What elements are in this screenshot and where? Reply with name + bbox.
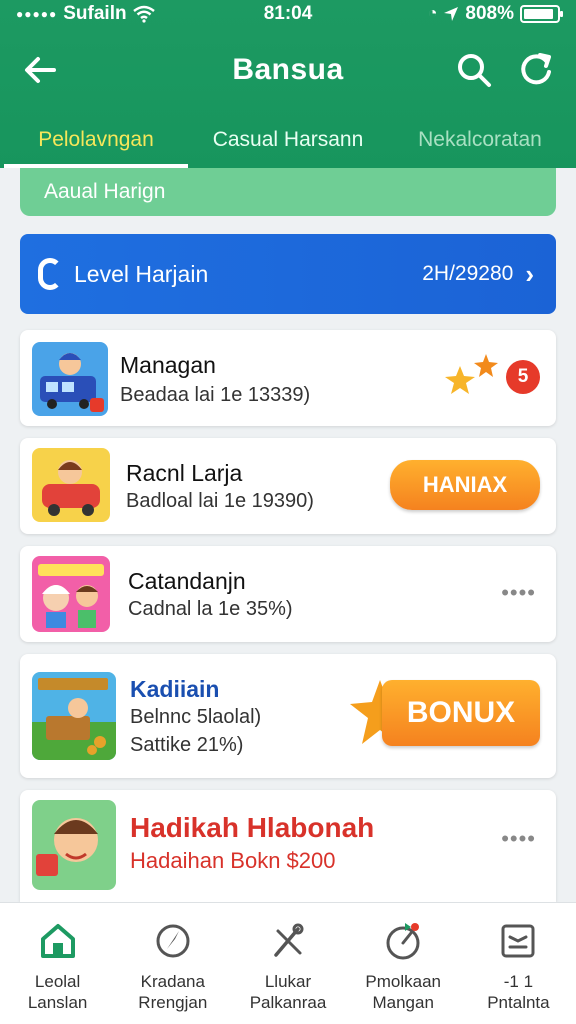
wifi-icon (132, 5, 155, 23)
level-icon (38, 258, 62, 290)
more-options-icon[interactable]: •••• (501, 826, 536, 852)
item-subtitle: Belnnc 5laolal) (130, 706, 262, 728)
sub-banner-label: Aaual Harign (44, 180, 166, 203)
item-title: Hadikah Hlabonah (130, 812, 375, 843)
item-subtitle: Cadnal la 1e 35%) (128, 598, 293, 620)
more-options-icon[interactable]: •••• (501, 580, 536, 606)
tab-bar: Pelolavngan Casual Harsann Nekalcoratan (0, 112, 576, 168)
nav-explore[interactable]: Kradana Rrengjan (115, 903, 230, 1024)
nav-tools[interactable]: Llukar Palkanraa (230, 903, 345, 1024)
nav-messages[interactable]: -1 1 Pntalnta (461, 903, 576, 1024)
list-item[interactable]: Racnl Larja Badloal lai 1e 19390) HANIAX (20, 438, 556, 534)
stars-icon (445, 354, 498, 394)
item-title: Managan (120, 352, 216, 378)
sub-banner[interactable]: Aaual Harign (20, 168, 556, 216)
nav-progress[interactable]: Pmolkaan Mangan (346, 903, 461, 1024)
search-icon[interactable] (454, 50, 494, 90)
claim-button[interactable]: HANIAX (390, 460, 540, 510)
bus-game-thumbnail (32, 342, 108, 416)
notification-badge: 5 (506, 360, 540, 394)
status-bar: ●●●●● Sufailn 81:04 ◔ 808% (0, 0, 576, 28)
bottom-navigation: Leolal Lanslan Kradana Rrengjan Llukar P… (0, 902, 576, 1024)
gauge-icon (386, 923, 420, 960)
kids-game-thumbnail (32, 556, 110, 632)
nav-label: Leolal Lanslan (27, 972, 88, 1012)
page-title: Bansua (232, 53, 344, 86)
reward-thumbnail (32, 800, 116, 890)
adventure-game-thumbnail (32, 672, 116, 760)
level-bar[interactable]: Level Harjain 2H/29280 › (20, 234, 556, 314)
item-subtitle: Hadaihan Bokn $200 (130, 848, 336, 873)
tab-pelolavngan[interactable]: Pelolavngan (0, 112, 192, 168)
tab-nekalcoratan[interactable]: Nekalcoratan (384, 112, 576, 168)
battery-percent: 808% (465, 3, 514, 24)
home-icon (40, 924, 75, 958)
tab-casual-harsann[interactable]: Casual Harsann (192, 112, 384, 168)
bonus-button[interactable]: BONUX (382, 680, 540, 746)
item-title: Kadiiain (130, 676, 220, 702)
nav-label: Kradana Rrengjan (138, 972, 208, 1012)
car-game-thumbnail (32, 448, 110, 522)
refresh-icon[interactable] (516, 50, 556, 90)
back-arrow-icon[interactable] (20, 50, 60, 90)
clock-time: 81:04 (263, 3, 313, 24)
level-code: 2H/29280 (422, 262, 514, 285)
item-subtitle-secondary: Sattike 21%) (130, 734, 244, 756)
location-icon (444, 7, 459, 21)
item-subtitle: Badloal lai 1e 19390) (126, 490, 314, 512)
carrier-label: Sufailn (63, 3, 127, 24)
list-item[interactable]: Managan Beadaa lai 1e 13339) 5 (20, 330, 556, 426)
nav-label: Llukar Palkanraa (249, 972, 327, 1012)
list-item[interactable]: Catandanjn Cadnal la 1e 35%) •••• (20, 546, 556, 642)
tools-icon (274, 923, 304, 957)
app-header: ●●●●● Sufailn 81:04 ◔ 808% Bansua Pelola… (0, 0, 576, 168)
item-title: Racnl Larja (126, 460, 243, 486)
list-item[interactable]: Kadiiain Belnnc 5laolal) Sattike 21%) BO… (20, 654, 556, 778)
nav-label: -1 1 Pntalnta (487, 972, 550, 1012)
message-icon (501, 924, 535, 958)
level-label: Level Harjain (74, 260, 209, 287)
compass-icon (156, 924, 190, 958)
list-item[interactable]: Hadikah Hlabonah Hadaihan Bokn $200 •••• (20, 790, 556, 902)
status-right: ◔ 808% (427, 3, 563, 25)
item-title: Catandanjn (128, 568, 246, 594)
nav-label: Pmolkaan Mangan (365, 972, 442, 1012)
battery-icon (520, 5, 563, 23)
item-subtitle: Beadaa lai 1e 13339) (120, 384, 311, 406)
chevron-right-icon: › (525, 258, 534, 289)
battery-fill (524, 9, 553, 19)
alarm-icon: ◔ (427, 5, 438, 22)
top-bar: Bansua (0, 40, 576, 100)
nav-home[interactable]: Leolal Lanslan (0, 903, 115, 1024)
status-left: ●●●●● Sufailn (16, 3, 155, 25)
signal-icon: ●●●●● (16, 7, 58, 21)
